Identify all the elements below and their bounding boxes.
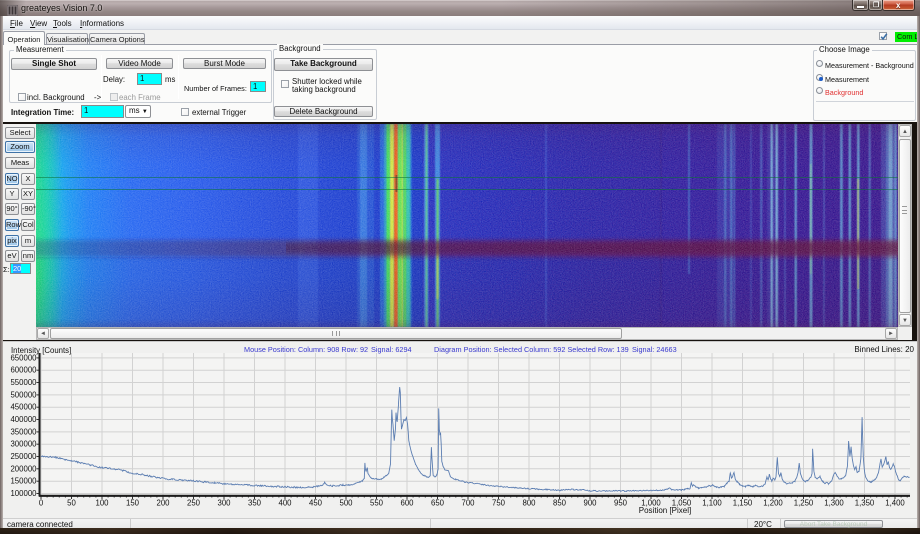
svg-text:400: 400 (278, 499, 292, 508)
svg-text:700: 700 (461, 499, 475, 508)
svg-text:1,100: 1,100 (702, 499, 722, 508)
svg-text:400000: 400000 (10, 415, 37, 424)
svg-text:450: 450 (309, 499, 323, 508)
svg-text:300: 300 (217, 499, 231, 508)
svg-text:Position [Pixel]: Position [Pixel] (639, 506, 691, 515)
svg-text:350: 350 (248, 499, 262, 508)
svg-text:550000: 550000 (10, 378, 37, 387)
svg-text:600: 600 (400, 499, 414, 508)
svg-text:100000: 100000 (10, 489, 37, 498)
svg-text:850: 850 (553, 499, 567, 508)
svg-text:350000: 350000 (10, 427, 37, 436)
svg-text:150000: 150000 (10, 477, 37, 486)
svg-text:1,350: 1,350 (855, 499, 875, 508)
svg-text:150: 150 (126, 499, 140, 508)
svg-text:1,250: 1,250 (794, 499, 814, 508)
svg-text:950: 950 (614, 499, 628, 508)
svg-text:200000: 200000 (10, 464, 37, 473)
svg-text:250: 250 (187, 499, 201, 508)
svg-text:1,150: 1,150 (733, 499, 753, 508)
svg-text:500000: 500000 (10, 390, 37, 399)
svg-text:200: 200 (156, 499, 170, 508)
svg-text:300000: 300000 (10, 440, 37, 449)
svg-text:650: 650 (431, 499, 445, 508)
svg-text:550: 550 (370, 499, 384, 508)
svg-text:1,400: 1,400 (885, 499, 905, 508)
svg-text:Intensity [Counts]: Intensity [Counts] (11, 346, 71, 355)
svg-text:750: 750 (492, 499, 506, 508)
svg-text:0: 0 (39, 499, 44, 508)
svg-text:1,300: 1,300 (824, 499, 844, 508)
svg-text:1,200: 1,200 (763, 499, 783, 508)
svg-text:600000: 600000 (10, 366, 37, 375)
svg-text:50: 50 (67, 499, 76, 508)
svg-text:250000: 250000 (10, 452, 37, 461)
svg-text:500: 500 (339, 499, 353, 508)
svg-text:450000: 450000 (10, 403, 37, 412)
svg-text:800: 800 (522, 499, 536, 508)
svg-text:100: 100 (95, 499, 109, 508)
svg-text:900: 900 (583, 499, 597, 508)
